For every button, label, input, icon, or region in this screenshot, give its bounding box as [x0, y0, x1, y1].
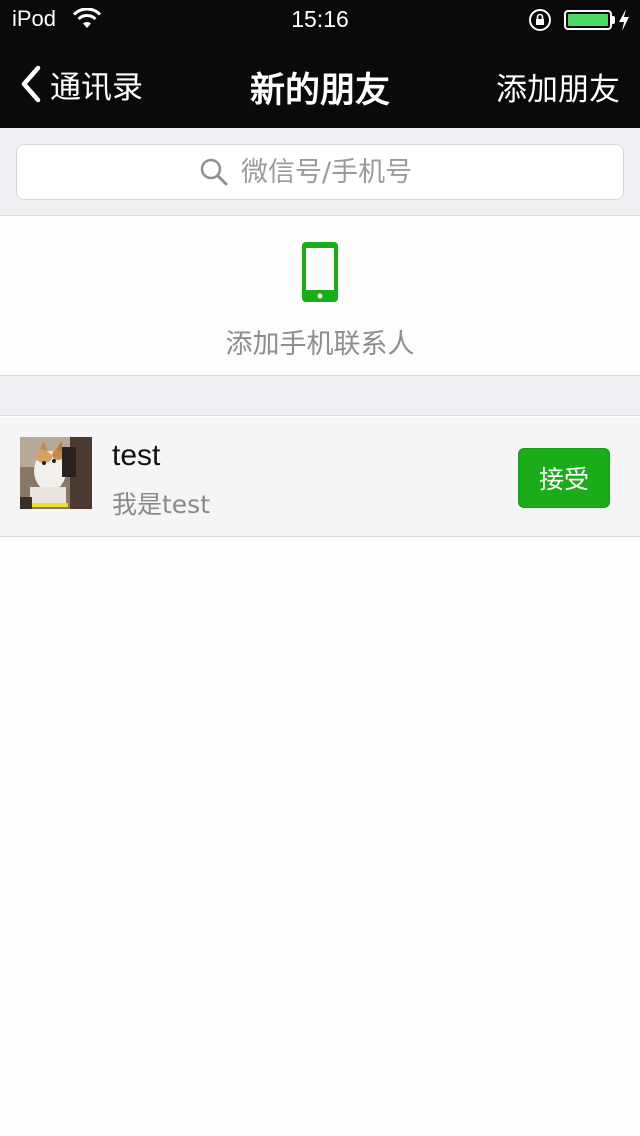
- search-box[interactable]: [16, 144, 624, 200]
- section-divider: [0, 376, 640, 416]
- search-input[interactable]: [241, 156, 441, 188]
- friend-request-row[interactable]: test 我是test 接受: [0, 417, 640, 537]
- battery-icon: [564, 10, 612, 30]
- add-phone-contacts-button[interactable]: 添加手机联系人: [0, 216, 640, 376]
- avatar: [20, 437, 92, 509]
- request-message: 我是test: [112, 490, 211, 519]
- request-name: test: [112, 439, 161, 472]
- battery-level-fill: [568, 14, 608, 26]
- navigation-bar: 通讯录 新的朋友 添加朋友: [0, 40, 640, 128]
- search-area: [0, 128, 640, 216]
- mobile-phone-icon: [302, 242, 338, 302]
- charging-icon: [619, 9, 629, 31]
- add-phone-contacts-label: 添加手机联系人: [225, 329, 415, 360]
- battery-tip: [612, 16, 615, 24]
- add-friend-button[interactable]: 添加朋友: [496, 64, 620, 109]
- rotation-lock-icon: [529, 9, 551, 31]
- search-icon: [200, 158, 228, 186]
- avatar-dog-photo: [20, 437, 92, 509]
- accept-button[interactable]: 接受: [518, 448, 610, 508]
- status-bar: iPod 15:16: [0, 0, 640, 40]
